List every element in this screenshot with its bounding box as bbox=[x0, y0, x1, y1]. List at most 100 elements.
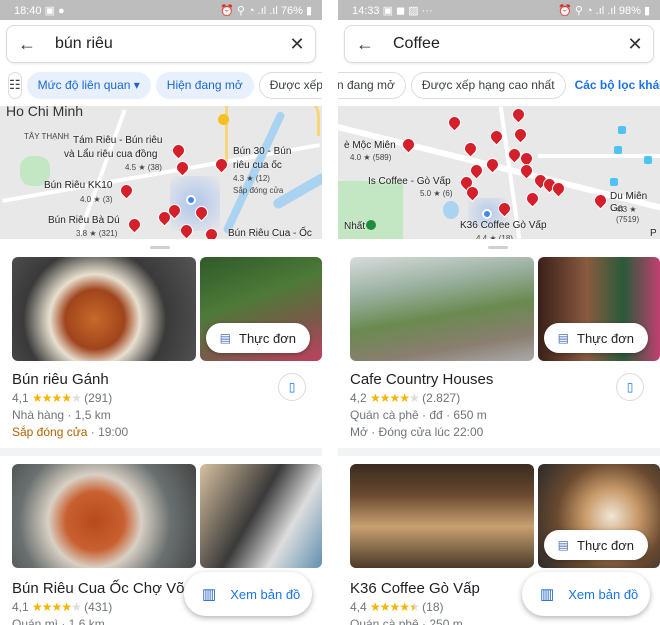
photo-strip[interactable]: ▤ Thực đơn bbox=[350, 257, 660, 361]
category-distance: Quán cà phê · 250 m bbox=[350, 617, 463, 625]
view-map-button[interactable]: ▥ Xem bản đồ bbox=[522, 572, 650, 616]
menu-button[interactable]: ▤ Thực đơn bbox=[543, 323, 648, 353]
status-bar: 18:40 ▣ ● ⏰ ⚲ ◔ .ıl .ıl 76% ▮ bbox=[0, 0, 322, 20]
more-filters-link[interactable]: Các bộ lọc khác bbox=[570, 71, 660, 99]
star-rating-icon: ★★★★★ bbox=[32, 600, 82, 614]
photo-strip[interactable]: ▤ Thực đơn bbox=[350, 464, 660, 568]
view-map-label: Xem bản đồ bbox=[230, 586, 301, 602]
drag-handle[interactable] bbox=[150, 246, 170, 249]
road bbox=[538, 154, 660, 158]
rating-row: 4,4 ★★★★★ (18) bbox=[350, 600, 444, 614]
my-location-dot bbox=[482, 209, 492, 219]
landmark-star-icon bbox=[218, 114, 229, 125]
search-box[interactable]: ← bún riêu ✕ bbox=[6, 25, 316, 63]
rating-value: 4,2 bbox=[350, 391, 367, 405]
map-place-label: K36 Coffee Gò Vấp bbox=[460, 220, 547, 231]
chip-top-rated[interactable]: Được xếp bbox=[258, 71, 322, 99]
result-card[interactable]: ▤ Thực đơn Cafe Country Houses 4,2 ★★★★★ … bbox=[338, 257, 660, 467]
drink-photo[interactable]: ▤ Thực đơn bbox=[537, 257, 660, 361]
clear-icon[interactable]: ✕ bbox=[279, 34, 315, 55]
review-count: (431) bbox=[84, 600, 113, 614]
lake bbox=[443, 201, 459, 219]
rating-row: 4,1 ★★★★★ (291) bbox=[12, 391, 112, 405]
place-name[interactable]: Bún riêu Gánh bbox=[12, 371, 109, 388]
venue-photo[interactable] bbox=[350, 464, 534, 568]
search-input[interactable]: bún riêu bbox=[47, 35, 279, 53]
divider bbox=[0, 448, 322, 456]
review-count: (291) bbox=[84, 391, 113, 405]
filter-settings-icon[interactable]: ☷ bbox=[8, 71, 22, 99]
map-place-label: Is Coffee - Gò Vấp bbox=[368, 176, 451, 187]
map-place-rating: 4.5 ★ (38) bbox=[125, 163, 162, 172]
chip-top-rated[interactable]: Được xếp hạng cao nhất bbox=[410, 71, 566, 99]
search-box[interactable]: ← Coffee ✕ bbox=[344, 25, 654, 63]
cafe-pin[interactable] bbox=[445, 113, 464, 132]
bookmark-icon[interactable]: ▯ bbox=[278, 373, 306, 401]
cafe-pin[interactable] bbox=[399, 135, 418, 154]
drag-handle[interactable] bbox=[488, 246, 508, 249]
bookmark-icon[interactable]: ▯ bbox=[616, 373, 644, 401]
chip-open-now[interactable]: Hiện đang mở bbox=[155, 71, 254, 99]
map-place-label: è Mộc Miên bbox=[344, 140, 396, 151]
cafe-pin[interactable] bbox=[509, 106, 528, 124]
closing-time: · 19:00 bbox=[87, 425, 129, 439]
category-distance: Nhà hàng · 1,5 km bbox=[12, 408, 111, 422]
filter-chips: n đang mở Được xếp hạng cao nhất Các bộ … bbox=[338, 70, 660, 100]
menu-button-label: Thực đơn bbox=[577, 537, 634, 553]
star-rating-icon: ★★★★★ bbox=[370, 600, 420, 614]
rating-value: 4,1 bbox=[12, 600, 29, 614]
venue-photo[interactable] bbox=[350, 257, 534, 361]
category-distance: Quán mì · 1,6 km bbox=[12, 617, 105, 625]
divider bbox=[338, 448, 660, 456]
venue-photo[interactable]: ▤ Thực đơn bbox=[199, 257, 322, 361]
bus-stop-icon bbox=[644, 156, 652, 164]
back-arrow-icon[interactable]: ← bbox=[7, 34, 47, 55]
menu-button-label: Thực đơn bbox=[239, 330, 296, 346]
menu-button[interactable]: ▤ Thực đơn bbox=[205, 323, 310, 353]
star-rating-icon: ★★★★★ bbox=[370, 391, 420, 405]
map-place-rating: 4.3 ★ (12) bbox=[233, 174, 270, 183]
food-photo[interactable] bbox=[12, 257, 196, 361]
place-name[interactable]: Bún Riêu Cua Ốc Chợ Võ bbox=[12, 580, 184, 597]
district-label: TÂY THẠNH bbox=[24, 132, 70, 141]
food-photo[interactable] bbox=[12, 464, 196, 568]
latte-photo[interactable]: ▤ Thực đơn bbox=[537, 464, 660, 568]
closing-soon-status: Sắp đóng cửa bbox=[12, 425, 88, 439]
map-place-rating: 3.8 ★ (321) bbox=[76, 229, 118, 238]
chip-open-now[interactable]: n đang mở bbox=[338, 71, 406, 99]
rating-row: 4,1 ★★★★★ (431) bbox=[12, 600, 112, 614]
map-view[interactable]: è Mộc Miên 4.0 ★ (589) Is Coffee - Gò Vấ… bbox=[338, 106, 660, 239]
rating-value: 4,4 bbox=[350, 600, 367, 614]
photo-strip[interactable]: ▤ Thực đơn bbox=[12, 257, 322, 361]
menu-button[interactable]: ▤ Thực đơn bbox=[543, 530, 648, 560]
restaurant-pin[interactable] bbox=[169, 141, 188, 160]
notification-icons: ▣ ◼ ▨ ··· bbox=[382, 4, 433, 17]
map-place-rating: 4.4 ★ (18) bbox=[476, 234, 513, 239]
result-card[interactable]: ▤ Thực đơn Bún riêu Gánh 4,1 ★★★★★ (291) … bbox=[0, 257, 322, 467]
chip-relevance[interactable]: Mức độ liên quan ▾ bbox=[26, 71, 151, 99]
restaurant-pin[interactable] bbox=[125, 215, 144, 234]
map-place-rating: 4.3 ★ (7519) bbox=[616, 205, 640, 224]
map-place-label: P bbox=[650, 228, 657, 239]
map-place-rating: 5.0 ★ (6) bbox=[420, 189, 453, 198]
clear-icon[interactable]: ✕ bbox=[617, 34, 653, 55]
place-name[interactable]: Cafe Country Houses bbox=[350, 371, 493, 388]
map-place-status: Sắp đóng cửa bbox=[233, 186, 284, 195]
search-input[interactable]: Coffee bbox=[385, 35, 617, 53]
menu-icon: ▤ bbox=[557, 538, 570, 552]
venue-photo[interactable] bbox=[199, 464, 322, 568]
cafe-pin[interactable] bbox=[511, 125, 530, 144]
filter-chips: ☷ Mức độ liên quan ▾ Hiện đang mở Được x… bbox=[0, 70, 322, 100]
restaurant-pin[interactable] bbox=[173, 158, 192, 177]
restaurant-pin[interactable] bbox=[117, 181, 136, 200]
photo-strip[interactable] bbox=[12, 464, 322, 568]
place-name[interactable]: K36 Coffee Gò Vấp bbox=[350, 580, 480, 597]
menu-icon: ▤ bbox=[219, 331, 232, 345]
map-view[interactable]: Ho Chi Minh TÂY THẠNH Tám Riêu - Bún riê… bbox=[0, 106, 322, 239]
cafe-pin[interactable] bbox=[523, 189, 542, 208]
view-map-button[interactable]: ▥ Xem bản đồ bbox=[184, 572, 312, 616]
back-arrow-icon[interactable]: ← bbox=[345, 34, 385, 55]
cafe-pin[interactable] bbox=[483, 155, 502, 174]
status-right: ⏰ ⚲ ◔ .ıl .ıl 76% ▮ bbox=[220, 4, 312, 17]
status-time: 14:33 bbox=[352, 4, 380, 17]
